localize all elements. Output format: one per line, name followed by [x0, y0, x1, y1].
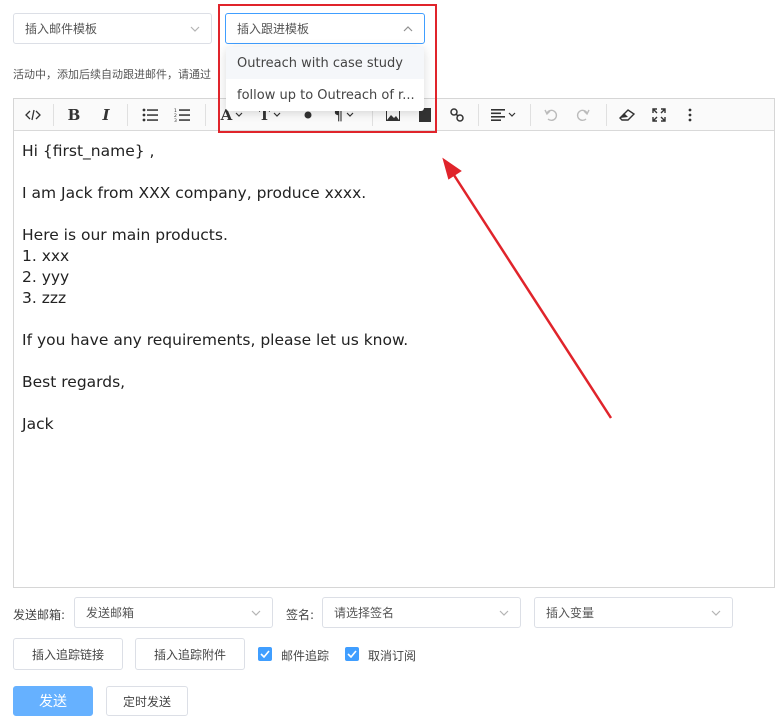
unsubscribe-label: 取消订阅	[368, 649, 417, 663]
insert-link-button[interactable]	[444, 99, 470, 131]
bullet-list-button[interactable]	[136, 99, 164, 131]
toolbar-separator	[127, 104, 128, 126]
body-line: Here is our main products.	[22, 226, 228, 244]
insert-tracking-attachment-button[interactable]: 插入追踪附件	[135, 638, 245, 670]
email-tracking-checkbox[interactable]	[258, 647, 272, 661]
body-line: I am Jack from XXX company, produce xxxx…	[22, 184, 367, 202]
eraser-icon	[619, 109, 635, 121]
insert-variable-select[interactable]: 插入变量	[534, 597, 733, 628]
toolbar-separator	[478, 104, 479, 126]
align-left-icon	[490, 109, 505, 121]
bullet-list-icon	[142, 108, 158, 122]
fullscreen-icon	[652, 108, 666, 122]
toolbar-separator	[530, 104, 531, 126]
code-view-button[interactable]	[18, 99, 48, 131]
toolbar-separator	[606, 104, 607, 126]
undo-button[interactable]	[538, 99, 564, 131]
dropdown-option[interactable]: Outreach with case study	[226, 47, 424, 79]
followup-template-dropdown: Outreach with case study follow up to Ou…	[226, 47, 424, 111]
chevron-down-icon	[346, 112, 354, 117]
numbered-list-icon: 123	[174, 108, 190, 122]
insert-tracking-link-button[interactable]: 插入追踪链接	[13, 638, 123, 670]
send-button[interactable]: 发送	[13, 686, 93, 716]
svg-text:3: 3	[174, 118, 177, 122]
body-blank-line	[22, 162, 762, 183]
bold-icon: B	[67, 106, 81, 124]
more-vertical-icon	[688, 108, 692, 122]
email-editor[interactable]: B I 123 A T ¶ Hi {first_name} , I am Jac…	[13, 98, 775, 588]
followup-template-select-value: 插入跟进模板	[237, 22, 310, 36]
body-line: 2. yyy	[22, 268, 70, 286]
body-line: Best regards,	[22, 373, 126, 391]
email-body[interactable]: Hi {first_name} , I am Jack from XXX com…	[22, 141, 762, 435]
body-line: Hi {first_name} ,	[22, 142, 155, 160]
body-blank-line	[22, 204, 762, 225]
toolbar-separator	[205, 104, 206, 126]
fill-color-icon	[304, 111, 312, 119]
body-line: 1. xxx	[22, 247, 70, 265]
undo-icon	[544, 109, 558, 122]
chevron-down-icon	[499, 610, 509, 616]
check-icon	[260, 650, 270, 658]
redo-icon	[576, 109, 590, 122]
chevron-down-icon	[190, 26, 200, 32]
align-button[interactable]	[486, 99, 520, 131]
email-tracking-label: 邮件追踪	[281, 649, 330, 663]
chevron-up-icon	[403, 26, 413, 32]
unsubscribe-checkbox[interactable]	[345, 647, 359, 661]
body-line: If you have any requirements, please let…	[22, 331, 409, 349]
chevron-down-icon	[273, 112, 281, 117]
signature-label: 签名:	[286, 608, 315, 622]
followup-template-select[interactable]: 插入跟进模板	[225, 13, 425, 44]
chevron-down-icon	[235, 112, 243, 117]
body-blank-line	[22, 393, 762, 414]
body-blank-line	[22, 309, 762, 330]
sender-label: 发送邮箱:	[13, 608, 66, 622]
insert-variable-select-value: 插入变量	[546, 606, 595, 620]
italic-icon: I	[102, 106, 110, 124]
check-icon	[347, 650, 357, 658]
body-line: Jack	[22, 415, 54, 433]
redo-button[interactable]	[570, 99, 596, 131]
clear-format-button[interactable]	[614, 99, 640, 131]
dropdown-option[interactable]: follow up to Outreach of r...	[226, 79, 424, 111]
sender-email-select[interactable]: 发送邮箱	[74, 597, 273, 628]
email-template-select-value: 插入邮件模板	[25, 22, 98, 36]
chevron-down-icon	[711, 610, 721, 616]
chevron-down-icon	[508, 112, 515, 117]
body-blank-line	[22, 351, 762, 372]
signature-select[interactable]: 请选择签名	[322, 597, 521, 628]
followup-hint-text: 活动中，添加后续自动跟进邮件，请通过	[13, 68, 211, 81]
schedule-send-button[interactable]: 定时发送	[106, 686, 188, 716]
signature-select-value: 请选择签名	[334, 606, 395, 620]
toolbar-separator	[53, 104, 54, 126]
chevron-down-icon	[251, 610, 261, 616]
body-line: 3. zzz	[22, 289, 67, 307]
link-icon	[450, 108, 464, 122]
code-view-icon	[25, 109, 41, 121]
numbered-list-button[interactable]: 123	[168, 99, 196, 131]
sender-email-select-value: 发送邮箱	[86, 606, 135, 620]
italic-button[interactable]: I	[92, 99, 120, 131]
email-template-select[interactable]: 插入邮件模板	[13, 13, 212, 44]
bold-button[interactable]: B	[60, 99, 88, 131]
fullscreen-button[interactable]	[646, 99, 672, 131]
more-options-button[interactable]	[678, 99, 702, 131]
